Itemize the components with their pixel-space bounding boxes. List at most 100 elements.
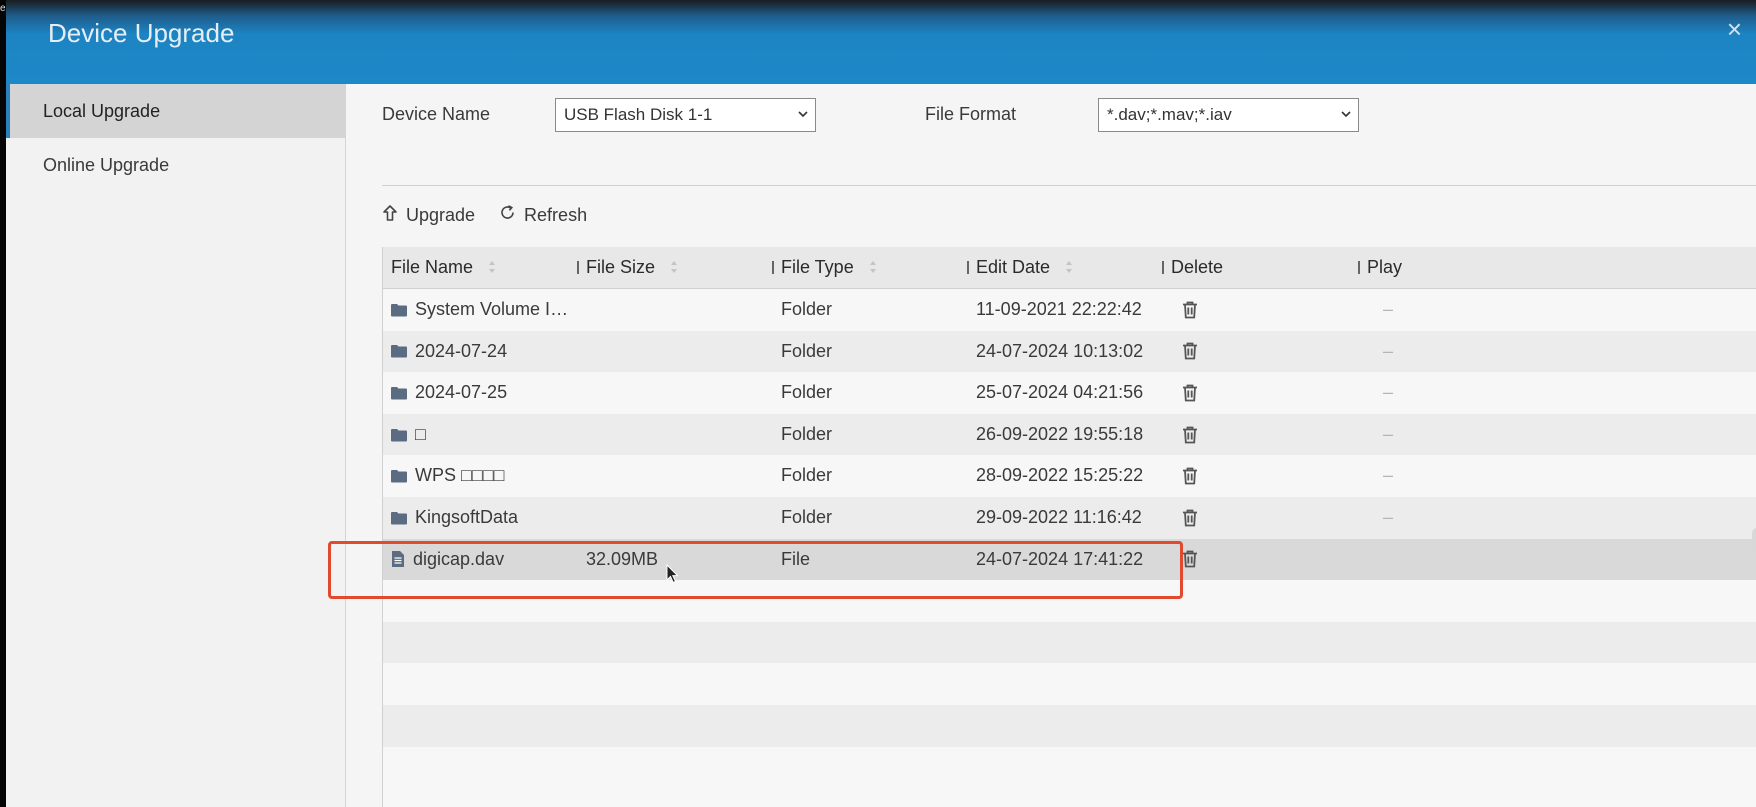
file-name: WPS □□□□: [415, 465, 505, 486]
file-icon: [392, 551, 404, 568]
device-name-select[interactable]: USB Flash Disk 1-1: [555, 98, 816, 132]
file-name: digicap.dav: [413, 548, 505, 569]
table-row-selected[interactable]: digicap.dav 32.09MB File 24-07-2024 17:4…: [383, 538, 1756, 581]
file-name-cell: □: [391, 414, 577, 456]
column-header-label: Delete: [1171, 257, 1224, 277]
sort-icon: [488, 248, 496, 289]
column-header-label: File Name: [391, 257, 474, 277]
table-row-empty: [383, 663, 1756, 705]
edit-date: 11-09-2021 22:22:42: [976, 299, 1142, 319]
edit-date: 28-09-2022 15:25:22: [976, 465, 1144, 486]
edit-date: 24-07-2024 10:13:02: [976, 340, 1144, 361]
table-body: System Volume Inf... Folder 11-09-2021 2…: [383, 289, 1756, 788]
file-name-cell: KingsoftData: [391, 497, 577, 539]
file-name-cell: System Volume Inf...: [391, 289, 577, 331]
file-size: 32.09MB: [586, 548, 659, 569]
table-row[interactable]: WPS □□□□ Folder 28-09-2022 15:25:22 –: [383, 455, 1756, 497]
play-cell: –: [1383, 299, 1394, 319]
column-header-play: Play: [1358, 247, 1403, 288]
column-header-label: Edit Date: [976, 257, 1051, 277]
file-type: File: [781, 548, 811, 569]
trash-icon: [1183, 426, 1197, 443]
delete-button[interactable]: [1182, 539, 1198, 581]
folder-icon: [391, 303, 407, 317]
sidebar: Local Upgrade Online Upgrade: [6, 84, 346, 807]
sidebar-item-label: Local Upgrade: [43, 101, 161, 121]
delete-button[interactable]: [1182, 331, 1198, 373]
file-name: KingsoftData: [415, 506, 519, 527]
refresh-label: Refresh: [524, 204, 588, 225]
trash-icon: [1183, 550, 1197, 568]
delete-button[interactable]: [1182, 414, 1198, 456]
column-header-file-size[interactable]: File Size: [577, 247, 678, 288]
sort-icon: [869, 248, 877, 289]
table-row[interactable]: System Volume Inf... Folder 11-09-2021 2…: [383, 289, 1756, 331]
scrollbar-handle[interactable]: [1752, 528, 1756, 552]
edit-date: 24-07-2024 17:41:22: [976, 548, 1144, 569]
upload-arrow-icon: [382, 204, 398, 227]
upgrade-button[interactable]: Upgrade: [382, 204, 475, 227]
play-cell: –: [1383, 506, 1394, 527]
table-row-empty: [383, 621, 1756, 664]
refresh-icon: [499, 204, 516, 226]
trash-icon: [1183, 342, 1197, 360]
file-type: Folder: [781, 423, 833, 444]
table-header: File Name File Size File Type Edit Date: [383, 247, 1756, 289]
sidebar-item-local-upgrade[interactable]: Local Upgrade: [6, 84, 345, 138]
folder-icon: [391, 470, 407, 483]
toolbar: Upgrade Refresh: [382, 200, 611, 230]
delete-button[interactable]: [1182, 372, 1198, 414]
trash-icon: [1183, 467, 1197, 485]
edit-date: 25-07-2024 04:21:56: [976, 382, 1144, 403]
file-name: □: [415, 423, 426, 444]
column-header-edit-date[interactable]: Edit Date: [967, 247, 1073, 289]
trash-icon: [1183, 509, 1197, 527]
folder-icon: [391, 386, 407, 400]
divider: [382, 185, 1756, 186]
edge-glyph: e: [0, 3, 6, 14]
folder-icon: [391, 511, 407, 525]
file-name: 2024-07-25: [415, 382, 508, 403]
upgrade-label: Upgrade: [406, 204, 476, 225]
device-name-value: USB Flash Disk 1-1: [564, 105, 713, 124]
trash-icon: [1183, 301, 1197, 319]
column-header-file-name[interactable]: File Name: [391, 247, 496, 288]
column-header-label: File Size: [586, 257, 656, 277]
edit-date: 26-09-2022 19:55:18: [976, 423, 1144, 444]
play-cell: –: [1383, 340, 1394, 361]
column-header-file-type[interactable]: File Type: [772, 247, 877, 289]
file-name-cell: 2024-07-25: [391, 372, 577, 414]
table-row[interactable]: KingsoftData Folder 29-09-2022 11:16:42 …: [383, 496, 1756, 539]
dialog-title: Device Upgrade: [48, 18, 235, 48]
column-separator: [577, 261, 579, 274]
column-separator: [1162, 261, 1164, 274]
file-type: Folder: [781, 506, 833, 527]
file-name-cell: digicap.dav: [391, 539, 577, 581]
folder-icon: [391, 428, 407, 442]
column-separator: [967, 261, 969, 274]
table-row[interactable]: □ Folder 26-09-2022 19:55:18 –: [383, 413, 1756, 456]
close-button[interactable]: ×: [1727, 16, 1742, 42]
delete-button[interactable]: [1182, 289, 1198, 331]
play-cell: –: [1383, 382, 1394, 403]
file-format-label: File Format: [925, 104, 1017, 124]
column-header-label: File Type: [781, 257, 854, 277]
table-row[interactable]: 2024-07-25 Folder 25-07-2024 04:21:56 –: [383, 372, 1756, 414]
table-row[interactable]: 2024-07-24 Folder 24-07-2024 10:13:02 –: [383, 330, 1756, 373]
play-cell: –: [1383, 423, 1394, 444]
sidebar-item-online-upgrade[interactable]: Online Upgrade: [6, 138, 345, 192]
delete-button[interactable]: [1182, 455, 1198, 497]
sort-icon: [1065, 248, 1073, 289]
file-format-select[interactable]: *.dav;*.mav;*.iav: [1098, 98, 1359, 132]
file-type: Folder: [781, 465, 833, 486]
file-name-cell: WPS □□□□: [391, 455, 577, 497]
table-row-empty: [383, 747, 1756, 789]
file-name: 2024-07-24: [415, 340, 508, 361]
refresh-button[interactable]: Refresh: [499, 204, 587, 226]
file-type: Folder: [781, 340, 833, 361]
column-header-delete: Delete: [1162, 247, 1224, 288]
delete-button[interactable]: [1182, 497, 1198, 539]
column-header-label: Play: [1367, 257, 1403, 277]
table-row-empty: [383, 704, 1756, 747]
edit-date: 29-09-2022 11:16:42: [976, 506, 1142, 527]
